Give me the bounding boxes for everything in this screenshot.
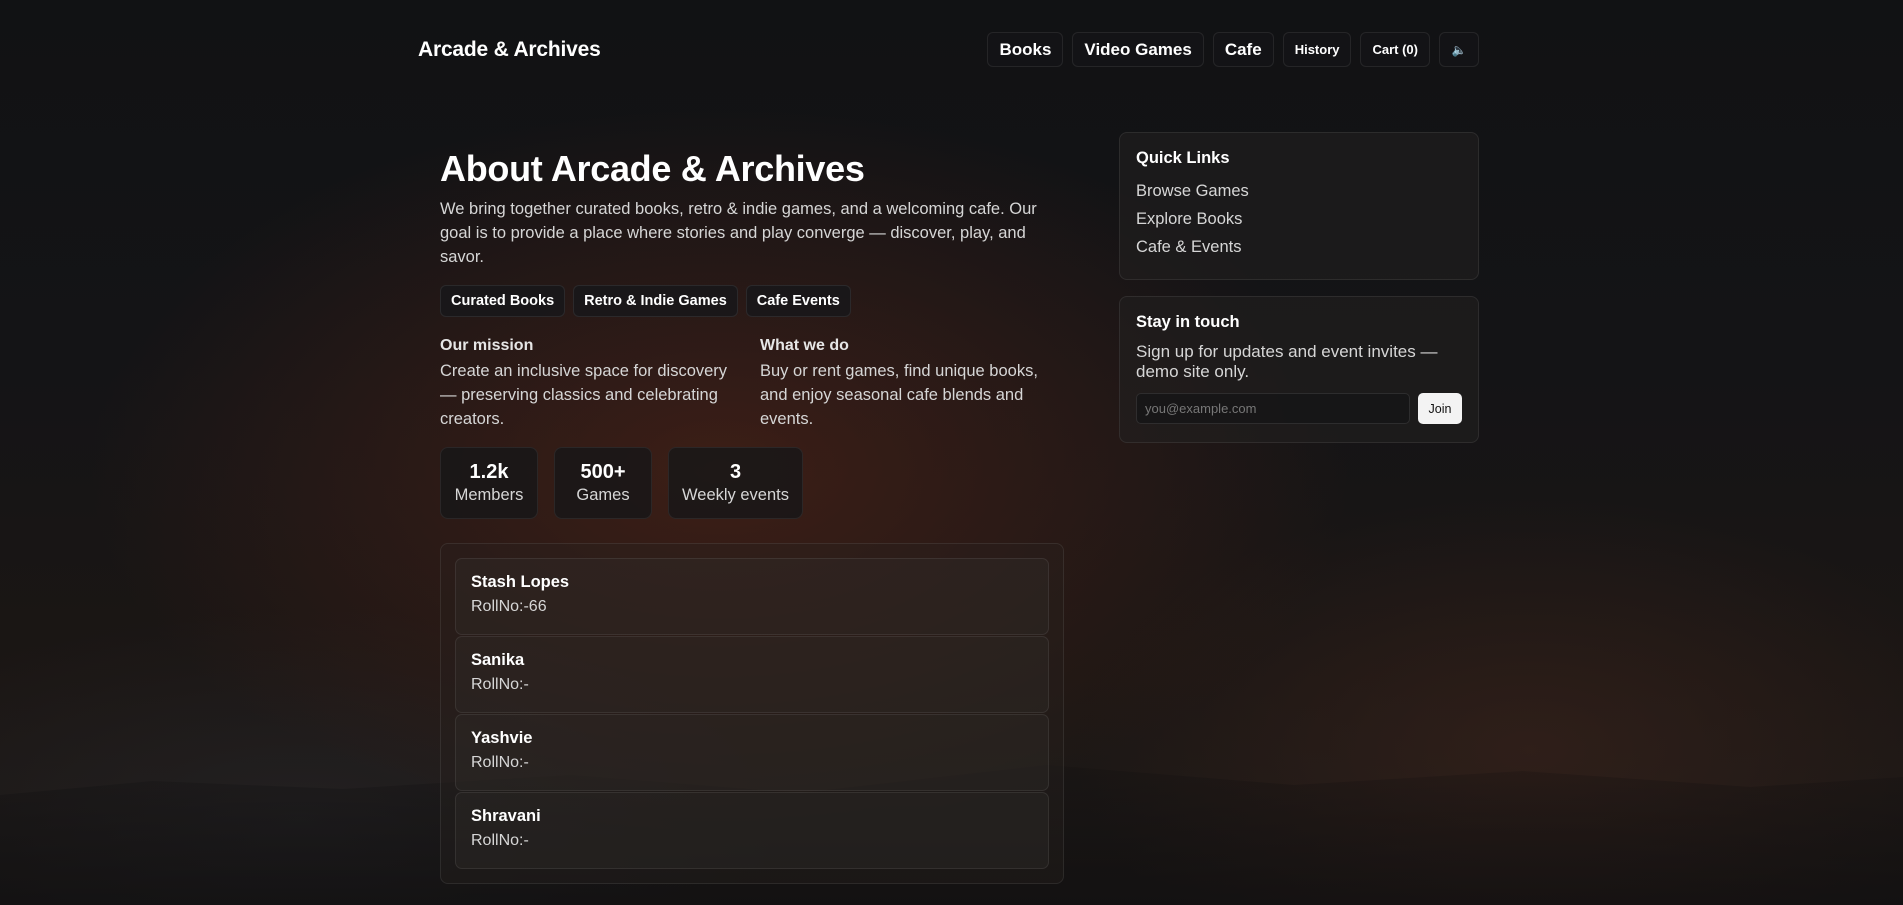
member-card: Sanika RollNo:- [455,636,1049,713]
quick-link-explore-books[interactable]: Explore Books [1136,205,1462,233]
stat-value: 500+ [580,461,626,483]
what-we-do-text: Buy or rent games, find unique books, an… [760,362,1038,428]
nav-video-games-button[interactable]: Video Games [1072,32,1204,67]
member-card: Shravani RollNo:- [455,792,1049,869]
feature-tags: Curated Books Retro & Indie Games Cafe E… [440,285,851,317]
quick-links-title: Quick Links [1136,149,1230,167]
stats-row: 1.2k Members 500+ Games 3 Weekly events [440,447,803,519]
stat-members: 1.2k Members [440,447,538,519]
stat-label: Games [576,486,630,504]
member-card: Stash Lopes RollNo:-66 [455,558,1049,635]
stat-label: Weekly events [682,486,789,504]
tag-curated-books: Curated Books [440,285,566,317]
stay-in-touch-title: Stay in touch [1136,313,1240,331]
cart-button[interactable]: Cart (0) [1360,32,1430,67]
quick-link-browse-games[interactable]: Browse Games [1136,177,1462,205]
page: Arcade & Archives Books Video Games Cafe… [0,0,1903,905]
nav-books-button[interactable]: Books [987,32,1064,67]
member-name: Yashvie [471,729,533,747]
quick-link-cafe-events[interactable]: Cafe & Events [1136,233,1462,261]
what-we-do-section: What we do Buy or rent games, find uniqu… [760,337,1065,431]
mission-heading: Our mission [440,337,534,354]
member-name: Sanika [471,651,525,669]
top-nav: Books Video Games Cafe History Cart (0) … [987,32,1479,67]
what-we-do-heading: What we do [760,337,849,354]
about-description: We bring together curated books, retro &… [440,200,1037,266]
member-roll: RollNo:- [471,832,529,849]
member-roll: RollNo:-66 [471,598,547,615]
tag-cafe-events: Cafe Events [745,285,851,317]
tag-retro-indie-games: Retro & Indie Games [573,285,738,317]
quick-links-list: Browse Games Explore Books Cafe & Events [1136,177,1462,261]
member-name: Stash Lopes [471,573,570,591]
member-roll: RollNo:- [471,754,529,771]
mission-section: Our mission Create an inclusive space fo… [440,337,745,431]
members-list: Stash Lopes RollNo:-66 Sanika RollNo:- Y… [440,543,1064,884]
nav-cafe-button[interactable]: Cafe [1212,32,1274,67]
stay-in-touch-text: Sign up for updates and event invites — … [1136,342,1438,381]
member-name: Shravani [471,807,541,825]
stay-in-touch-panel: Stay in touch Sign up for updates and ev… [1119,296,1479,443]
signup-form: Join [1136,393,1462,424]
brand-logo[interactable]: Arcade & Archives [418,38,601,62]
page-title: About Arcade & Archives [440,148,865,189]
stat-games: 500+ Games [554,447,652,519]
email-input[interactable] [1136,393,1410,424]
quick-links-panel: Quick Links Browse Games Explore Books C… [1119,132,1479,280]
join-button[interactable]: Join [1418,393,1462,424]
stat-label: Members [454,486,524,504]
member-card: Yashvie RollNo:- [455,714,1049,791]
sound-toggle-button[interactable]: 🔈 [1439,32,1479,67]
stat-weekly-events: 3 Weekly events [668,447,803,519]
stat-value: 3 [729,461,742,483]
mission-text: Create an inclusive space for discovery … [440,362,728,428]
member-roll: RollNo:- [471,676,529,693]
nav-history-button[interactable]: History [1282,32,1352,67]
speaker-icon: 🔈 [1451,42,1467,57]
stat-value: 1.2k [469,461,509,483]
